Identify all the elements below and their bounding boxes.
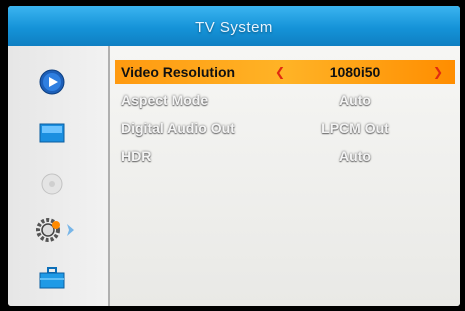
menu-item-value: 1080i50 [329, 64, 381, 80]
arrow-right-icon[interactable]: ❯ [433, 65, 443, 79]
menu-item-label: Aspect Mode [121, 92, 209, 108]
menu-item-aspect-mode[interactable]: Aspect Mode Auto [115, 88, 455, 112]
page-title: TV System [195, 19, 273, 36]
menu-item-label: Digital Audio Out [121, 120, 235, 136]
tv-screen: TV System Video Resolution ❮ 1080i50 ❯ A… [8, 6, 460, 306]
menu-item-hdr[interactable]: HDR Auto [115, 144, 455, 168]
display-icon[interactable] [38, 120, 66, 148]
title-bar: TV System [8, 6, 460, 46]
sidebar [8, 46, 110, 306]
menu-item-video-resolution[interactable]: Video Resolution ❮ 1080i50 ❯ [115, 60, 455, 84]
settings-panel: Video Resolution ❮ 1080i50 ❯ Aspect Mode… [110, 46, 460, 306]
menu-item-value: LPCM Out [321, 120, 389, 136]
play-icon[interactable] [38, 68, 66, 96]
menu-item-label: Video Resolution [121, 64, 236, 80]
menu-item-value: Auto [339, 148, 371, 164]
gear-icon[interactable] [34, 216, 78, 244]
menu-item-digital-audio-out[interactable]: Digital Audio Out LPCM Out [115, 116, 455, 140]
menu-item-label: HDR [121, 148, 152, 164]
menu-item-value: Auto [339, 92, 371, 108]
briefcase-icon[interactable] [38, 264, 66, 292]
disc-icon[interactable] [38, 170, 66, 198]
